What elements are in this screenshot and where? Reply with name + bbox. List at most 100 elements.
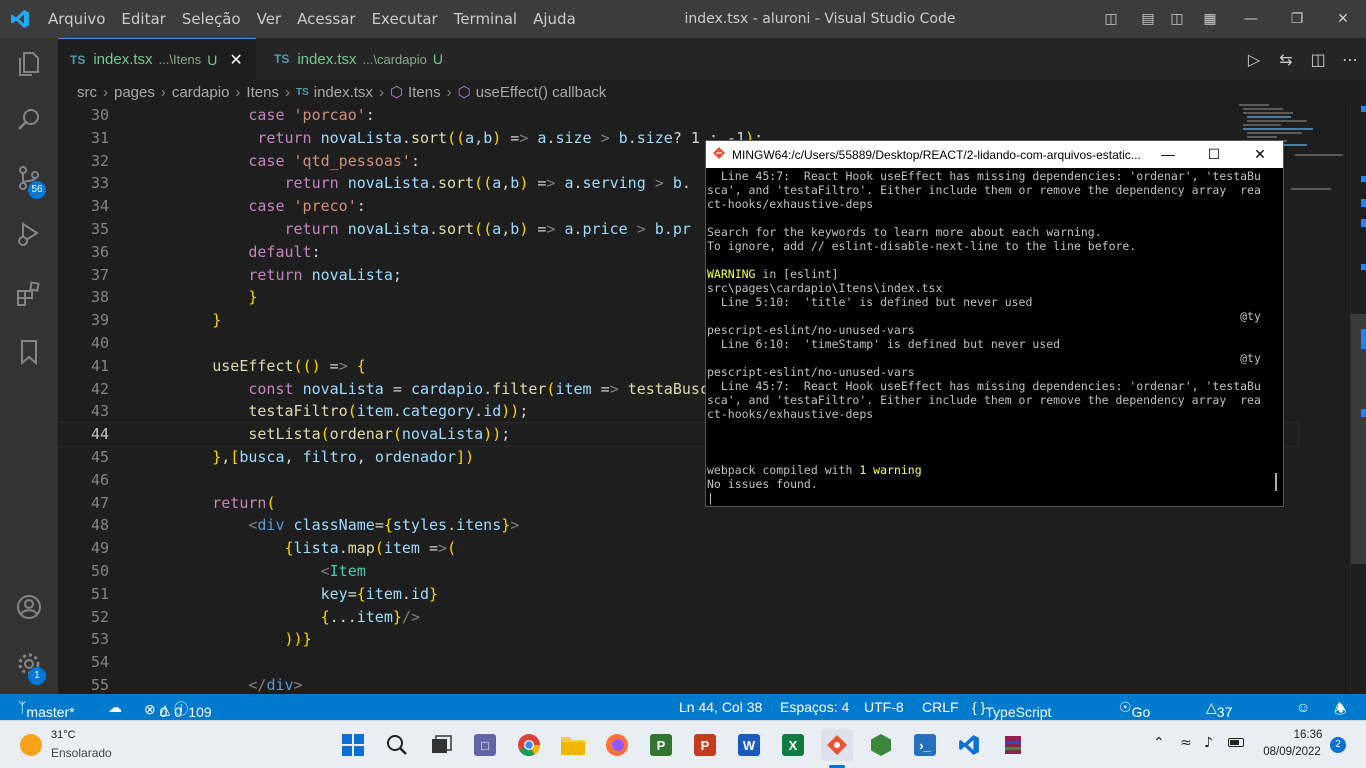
weather-temp[interactable]: 31°C xyxy=(51,729,76,741)
wifi-icon[interactable]: ≈ xyxy=(1180,735,1192,751)
code-text: {...item}/> xyxy=(320,607,420,626)
breadcrumb-file[interactable]: index.tsx xyxy=(314,84,373,101)
terminal-output[interactable]: Line 45:7: React Hook useEffect has miss… xyxy=(706,169,1283,507)
search-icon[interactable] xyxy=(0,96,58,144)
line-number: 39 xyxy=(90,311,109,330)
more-actions-icon[interactable]: ⋯ xyxy=(1334,50,1366,69)
start-windows-icon[interactable] xyxy=(337,729,369,761)
battery-icon[interactable] xyxy=(1228,738,1244,747)
code-text: {lista.map(item =>( xyxy=(284,539,457,558)
nodejs-icon[interactable] xyxy=(865,729,897,761)
terminal-maximize-icon[interactable]: ☐ xyxy=(1191,141,1237,168)
close-tab-icon[interactable]: ✕ xyxy=(229,50,242,70)
spell-status[interactable]: △ 37 Spell xyxy=(1206,699,1248,736)
symbol-function-icon: ⬡ xyxy=(457,84,471,101)
line-number: 52 xyxy=(90,607,109,626)
encoding[interactable]: UTF-8 xyxy=(864,699,904,715)
breadcrumb-symbol-useeffect[interactable]: useEffect() callback xyxy=(476,84,607,101)
firefox-icon[interactable] xyxy=(601,729,633,761)
powershell-icon[interactable]: ›_ xyxy=(909,729,941,761)
git-bash-taskbar-icon[interactable] xyxy=(821,729,853,761)
editor-actions: ▷ ⇆ ◫ ⋯ xyxy=(1238,38,1366,80)
editor-scrollbar[interactable] xyxy=(1350,104,1366,694)
split-editor-icon[interactable]: ◫ xyxy=(1302,50,1334,69)
feedback-icon[interactable]: ☺ xyxy=(1296,699,1310,715)
winrar-icon[interactable] xyxy=(997,729,1029,761)
file-explorer-icon[interactable] xyxy=(557,729,589,761)
breadcrumb-pages[interactable]: pages xyxy=(114,84,155,101)
source-control-icon[interactable]: 56 xyxy=(0,154,58,202)
task-view-icon[interactable] xyxy=(425,729,457,761)
indentation[interactable]: Espaços: 4 xyxy=(780,699,849,715)
weather-desc[interactable]: Ensolarado xyxy=(51,746,112,760)
mingw64-terminal-window[interactable]: MINGW64:/c/Users/55889/Desktop/REACT/2-l… xyxy=(705,140,1284,507)
end-of-line[interactable]: CRLF xyxy=(922,699,959,715)
code-line[interactable]: 53 ))} xyxy=(58,628,1298,651)
show-hidden-icons-icon[interactable]: ⌃ xyxy=(1153,735,1165,751)
teams-chat-icon[interactable]: □ xyxy=(469,729,501,761)
menu-executar[interactable]: Executar xyxy=(364,10,446,28)
breadcrumb-src[interactable]: src xyxy=(77,84,97,101)
menu-acessar[interactable]: Acessar xyxy=(289,10,363,28)
menu-selecao[interactable]: Seleção xyxy=(174,10,249,28)
tab-cardapio-index[interactable]: TS index.tsx ...\cardapio U xyxy=(262,38,462,80)
code-line[interactable]: 48 <div className={styles.itens}> xyxy=(58,514,1298,537)
problems-status[interactable]: ⊗ 0 △ 0 ⓘ 109 xyxy=(144,699,212,720)
accounts-icon[interactable] xyxy=(0,583,58,631)
word-icon[interactable]: W xyxy=(733,729,765,761)
code-line[interactable]: 51 key={item.id} xyxy=(58,583,1298,606)
branch-status[interactable]: ᛉ master* xyxy=(18,699,75,720)
extensions-icon[interactable] xyxy=(0,270,58,318)
breadcrumb-itens[interactable]: Itens xyxy=(246,84,279,101)
code-text: case 'porcao': xyxy=(248,106,375,124)
breadcrumb-symbol-itens[interactable]: Itens xyxy=(408,84,441,101)
powerpoint-icon[interactable]: P xyxy=(689,729,721,761)
menu-editar[interactable]: Editar xyxy=(113,10,173,28)
explorer-icon[interactable] xyxy=(0,40,58,88)
clock-date[interactable]: 08/09/2022 xyxy=(1256,746,1328,758)
language-mode[interactable]: { } TypeScript React xyxy=(972,699,1051,736)
run-icon[interactable]: ▷ xyxy=(1238,50,1270,69)
menu-ver[interactable]: Ver xyxy=(249,10,290,28)
menu-ajuda[interactable]: Ajuda xyxy=(525,10,584,28)
terminal-minimize-icon[interactable]: — xyxy=(1145,141,1191,168)
terminal-scrollbar[interactable] xyxy=(1275,473,1277,491)
code-line[interactable]: 30 case 'porcao': xyxy=(58,104,1298,127)
minimize-icon[interactable]: — xyxy=(1228,11,1274,27)
clock-time[interactable]: 16:36 xyxy=(1278,729,1338,741)
bookmarks-icon[interactable] xyxy=(0,328,58,376)
typescript-icon: TS xyxy=(70,52,86,67)
code-line[interactable]: 50 <Item xyxy=(58,560,1298,583)
toggle-sidebar-icon[interactable]: ◫ xyxy=(1088,11,1134,27)
line-number: 45 xyxy=(90,448,109,466)
menu-arquivo[interactable]: Arquivo xyxy=(40,10,113,28)
code-line[interactable]: 49 {lista.map(item =>( xyxy=(58,537,1298,560)
volume-icon[interactable]: ♪ xyxy=(1204,735,1213,751)
run-debug-icon[interactable] xyxy=(0,210,58,258)
go-live-button[interactable]: ☉ Go Live xyxy=(1119,699,1157,736)
terminal-line: Search for the keywords to learn more ab… xyxy=(707,225,1102,239)
terminal-close-icon[interactable]: ✕ xyxy=(1237,141,1283,168)
restore-icon[interactable]: ❐ xyxy=(1274,11,1320,27)
toggle-panel-icon[interactable]: ▤ xyxy=(1134,11,1162,27)
sync-icon[interactable]: ☁ xyxy=(108,699,122,716)
close-icon[interactable]: ✕ xyxy=(1320,11,1366,27)
code-text: testaFiltro(item.category.id)); xyxy=(248,402,529,421)
excel-icon[interactable]: X xyxy=(777,729,809,761)
code-line[interactable]: 54 xyxy=(58,651,1298,674)
breadcrumb-cardapio[interactable]: cardapio xyxy=(172,84,230,101)
tab-itens-index[interactable]: TS index.tsx ...\Itens U ✕ xyxy=(58,38,256,80)
code-line[interactable]: 52 {...item}/> xyxy=(58,606,1298,629)
toggle-secondary-sidebar-icon[interactable]: ◫ xyxy=(1162,11,1192,27)
terminal-titlebar[interactable]: MINGW64:/c/Users/55889/Desktop/REACT/2-l… xyxy=(706,141,1283,168)
chrome-icon[interactable] xyxy=(513,729,545,761)
compare-icon[interactable]: ⇆ xyxy=(1270,50,1302,69)
manage-gear-icon[interactable]: 1 xyxy=(0,640,58,688)
search-icon[interactable] xyxy=(381,729,413,761)
menu-terminal[interactable]: Terminal xyxy=(446,10,525,28)
project-icon[interactable]: P xyxy=(645,729,677,761)
notification-badge[interactable]: 2 xyxy=(1330,737,1346,753)
vscode-icon[interactable] xyxy=(953,729,985,761)
customize-layout-icon[interactable]: ▦ xyxy=(1192,11,1228,27)
cursor-position[interactable]: Ln 44, Col 38 xyxy=(679,699,762,715)
